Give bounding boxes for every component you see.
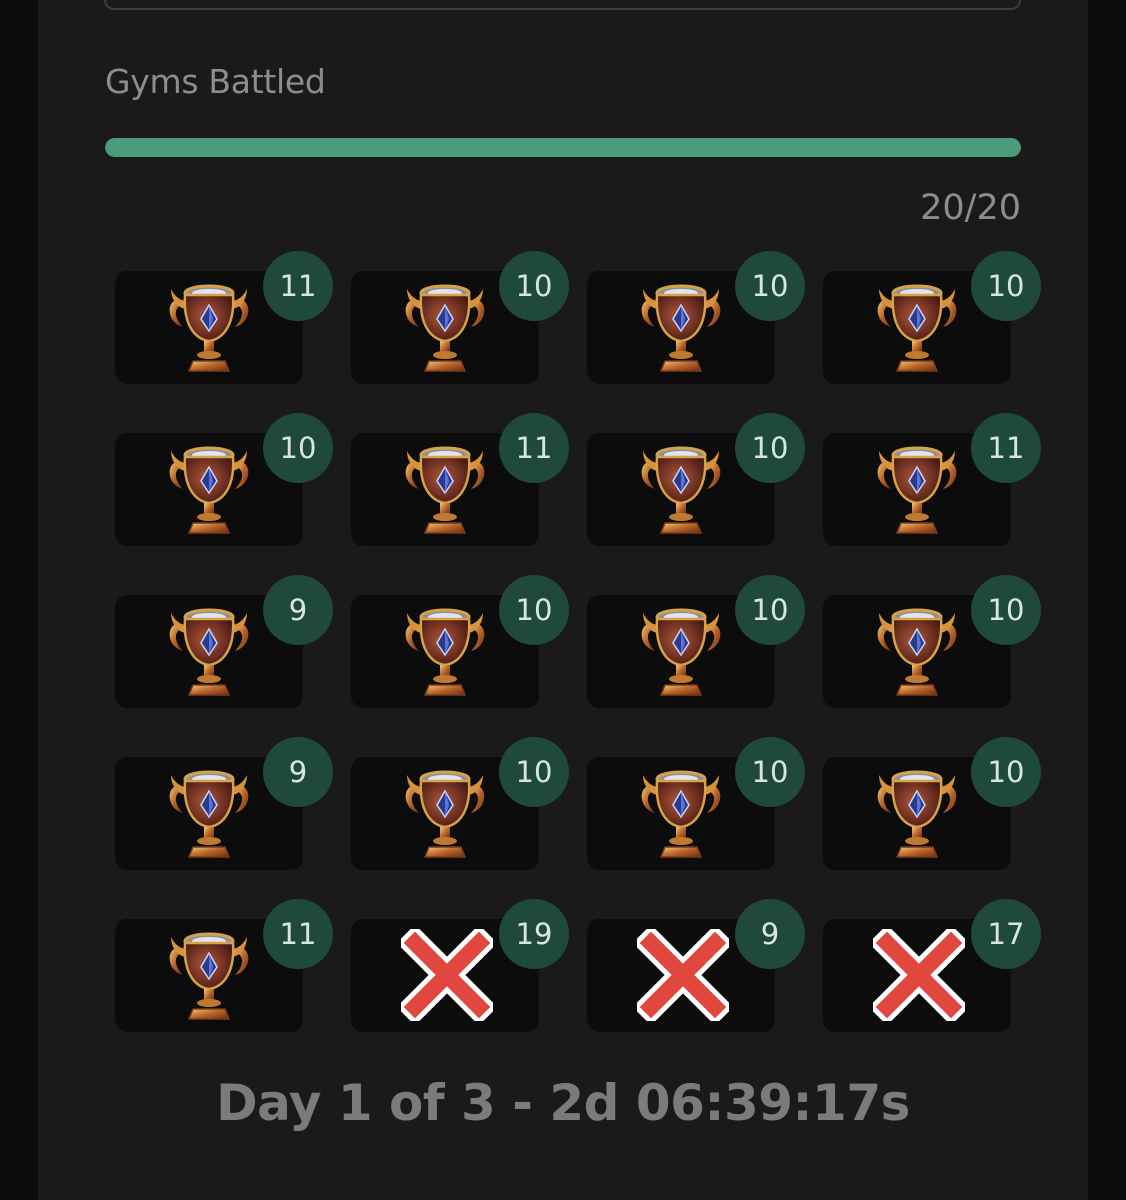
trophy-icon xyxy=(169,770,249,858)
section-divider xyxy=(104,0,1021,10)
gym-tile[interactable]: 10 xyxy=(351,737,569,870)
gym-tile[interactable]: 11 xyxy=(115,251,333,384)
trophy-icon xyxy=(877,446,957,534)
gym-tile[interactable]: 10 xyxy=(587,575,805,708)
battle-count-badge: 10 xyxy=(735,251,805,321)
event-timer: Day 1 of 3 - 2d 06:39:17s xyxy=(216,1074,910,1132)
trophy-icon xyxy=(405,284,485,372)
gym-tile[interactable]: 10 xyxy=(351,251,569,384)
gym-tile[interactable]: 9 xyxy=(587,899,805,1032)
battle-count-badge: 10 xyxy=(263,413,333,483)
battle-count-badge: 9 xyxy=(263,737,333,807)
trophy-icon xyxy=(641,284,721,372)
progress-bar-fill xyxy=(105,138,1021,157)
gym-tile[interactable]: 10 xyxy=(115,413,333,546)
battle-count-badge: 9 xyxy=(263,575,333,645)
battle-count-badge: 10 xyxy=(499,575,569,645)
trophy-icon xyxy=(641,770,721,858)
trophy-icon xyxy=(405,446,485,534)
gym-tile[interactable]: 19 xyxy=(351,899,569,1032)
battle-count-badge: 10 xyxy=(735,737,805,807)
trophy-icon xyxy=(877,608,957,696)
trophy-icon xyxy=(641,608,721,696)
progress-bar xyxy=(105,138,1021,157)
battle-count-badge: 11 xyxy=(499,413,569,483)
trophy-icon xyxy=(877,284,957,372)
gym-tile[interactable]: 10 xyxy=(351,575,569,708)
battle-count-badge: 17 xyxy=(971,899,1041,969)
gym-tile[interactable]: 9 xyxy=(115,575,333,708)
battle-count-badge: 11 xyxy=(263,899,333,969)
battle-count-badge: 9 xyxy=(735,899,805,969)
gym-tile[interactable]: 10 xyxy=(823,251,1041,384)
battle-count-badge: 10 xyxy=(735,413,805,483)
trophy-icon xyxy=(405,770,485,858)
battle-count-badge: 10 xyxy=(499,737,569,807)
trophy-icon xyxy=(169,608,249,696)
trophy-icon xyxy=(405,608,485,696)
trophy-icon xyxy=(641,446,721,534)
gym-tile[interactable]: 11 xyxy=(115,899,333,1032)
battle-count-badge: 11 xyxy=(971,413,1041,483)
gym-tile[interactable]: 10 xyxy=(823,737,1041,870)
battle-count-badge: 10 xyxy=(971,251,1041,321)
gym-tile[interactable]: 9 xyxy=(115,737,333,870)
red-x-icon xyxy=(637,929,729,1021)
battle-count-badge: 10 xyxy=(971,737,1041,807)
gym-tile[interactable]: 10 xyxy=(587,737,805,870)
trophy-icon xyxy=(169,446,249,534)
progress-count: 20/20 xyxy=(920,188,1021,228)
gym-tile[interactable]: 10 xyxy=(587,413,805,546)
section-title: Gyms Battled xyxy=(105,62,326,101)
gym-tile[interactable]: 10 xyxy=(823,575,1041,708)
battle-count-badge: 10 xyxy=(971,575,1041,645)
gym-tile[interactable]: 17 xyxy=(823,899,1041,1032)
red-x-icon xyxy=(401,929,493,1021)
gym-tile[interactable]: 11 xyxy=(823,413,1041,546)
trophy-icon xyxy=(169,932,249,1020)
trophy-icon xyxy=(877,770,957,858)
red-x-icon xyxy=(873,929,965,1021)
battle-count-badge: 19 xyxy=(499,899,569,969)
battle-count-badge: 11 xyxy=(263,251,333,321)
trophy-icon xyxy=(169,284,249,372)
battle-count-badge: 10 xyxy=(499,251,569,321)
gym-grid: 11 10 10 10 10 11 10 11 9 10 10 10 9 10 … xyxy=(115,250,1045,1040)
battle-count-badge: 10 xyxy=(735,575,805,645)
gym-tile[interactable]: 10 xyxy=(587,251,805,384)
gym-tile[interactable]: 11 xyxy=(351,413,569,546)
